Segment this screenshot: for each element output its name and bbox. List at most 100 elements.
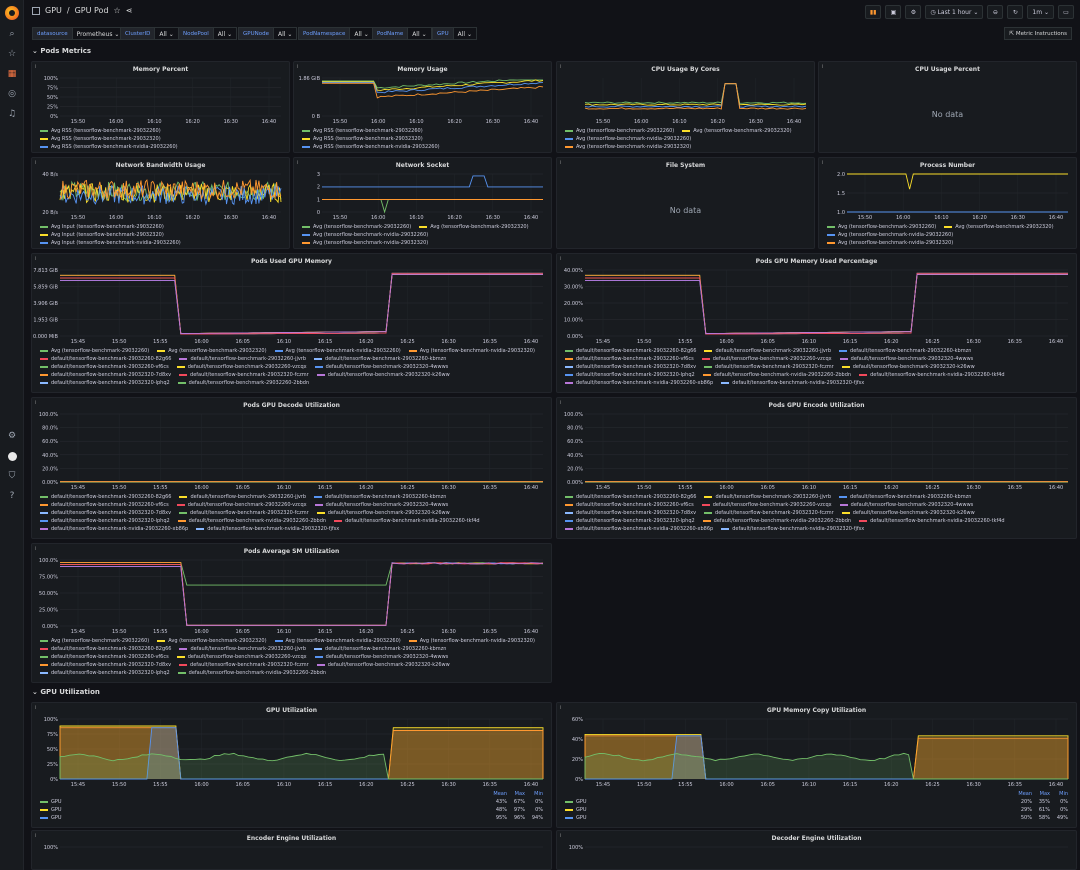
zoom-out-button[interactable]: ⊖ bbox=[987, 5, 1004, 19]
legend-table-row[interactable]: GPU 43% 67% 0% bbox=[40, 798, 543, 806]
alerting-bell-icon[interactable]: ♫ bbox=[4, 106, 20, 122]
legend-item[interactable]: default/tensorflow-benchmark-29032260-jj… bbox=[704, 493, 831, 501]
legend-item[interactable]: default/tensorflow-benchmark-29032260-kb… bbox=[839, 347, 971, 355]
legend-item[interactable]: default/tensorflow-benchmark-29032320-lp… bbox=[40, 669, 170, 677]
legend-item[interactable]: default/tensorflow-benchmark-nvidia-2903… bbox=[721, 379, 864, 387]
legend-item[interactable]: default/tensorflow-benchmark-nvidia-2903… bbox=[565, 525, 713, 533]
legend-item[interactable]: Avg RSS (tensorflow-benchmark-29032260) bbox=[302, 127, 423, 135]
variable-value[interactable]: All ⌄ bbox=[213, 27, 238, 40]
legend-item[interactable]: Avg (tensorflow-benchmark-nvidia-2903226… bbox=[827, 231, 953, 239]
panel-decoder-engine[interactable]: i Decoder Engine Utilization 100% bbox=[556, 830, 1077, 870]
legend-item[interactable]: Avg (tensorflow-benchmark-nvidia-2903226… bbox=[302, 231, 428, 239]
legend-item[interactable]: Avg (tensorflow-benchmark-nvidia-2903232… bbox=[827, 239, 953, 246]
panel-network-bandwidth[interactable]: i Network Bandwidth Usage 40 B/s 20 B/s 15… bbox=[31, 157, 290, 249]
legend-item[interactable]: Avg (tensorflow-benchmark-29032260) bbox=[827, 223, 936, 231]
legend-item[interactable]: Avg (tensorflow-benchmark-29032260) bbox=[40, 347, 149, 355]
star-icon[interactable]: ☆ bbox=[114, 6, 121, 15]
variable-gpu[interactable]: GPU All ⌄ bbox=[432, 27, 477, 40]
legend-item[interactable]: default/tensorflow-benchmark-29032320-k2… bbox=[316, 371, 450, 379]
legend-item[interactable]: Avg Input (tensorflow-benchmark-29032320… bbox=[40, 231, 164, 239]
row-pods-metrics[interactable]: ⌄ Pods Metrics bbox=[32, 47, 91, 55]
panel-title[interactable]: CPU Usage Percent bbox=[819, 66, 1076, 73]
legend-item[interactable]: Avg (tensorflow-benchmark-29032320) bbox=[944, 223, 1054, 231]
legend-item[interactable]: Avg (tensorflow-benchmark-nvidia-2903232… bbox=[565, 143, 691, 150]
legend-item[interactable]: default/tensorflow-benchmark-29032320-7d… bbox=[40, 661, 171, 669]
legend-item[interactable]: default/tensorflow-benchmark-nvidia-2903… bbox=[196, 525, 339, 533]
variable-value[interactable]: All ⌄ bbox=[273, 27, 298, 40]
variable-value[interactable]: Prometheus ⌄ bbox=[72, 27, 125, 40]
legend-item[interactable]: default/tensorflow-benchmark-29032320-fc… bbox=[179, 371, 309, 379]
legend-item[interactable]: Avg RSS (tensorflow-benchmark-nvidia-290… bbox=[302, 143, 440, 150]
save-button[interactable]: ▣ bbox=[885, 5, 902, 19]
legend-item[interactable]: Avg RSS (tensorflow-benchmark-29032320) bbox=[302, 135, 423, 143]
legend-item[interactable]: default/tensorflow-benchmark-29032260-vf… bbox=[40, 501, 169, 509]
variable-value[interactable]: All ⌄ bbox=[350, 27, 374, 40]
legend-item[interactable]: Avg (tensorflow-benchmark-nvidia-2903226… bbox=[274, 637, 401, 645]
breadcrumb-dashboard[interactable]: GPU Pod bbox=[75, 6, 109, 15]
legend-item[interactable]: Avg (tensorflow-benchmark-nvidia-2903232… bbox=[302, 239, 428, 246]
legend-item[interactable]: default/tensorflow-benchmark-29032320-7d… bbox=[40, 371, 171, 379]
panel-gpu-utilization[interactable]: i GPU Utilization 100% 75% 50% 25% 0% 15:45 15… bbox=[31, 702, 552, 828]
help-icon[interactable]: ? bbox=[4, 488, 20, 504]
gear-icon[interactable]: ⚙ bbox=[4, 428, 20, 444]
legend-item[interactable]: default/tensorflow-benchmark-29032320-4w… bbox=[314, 653, 448, 661]
legend-table-row[interactable]: GPU 50% 58% 49% bbox=[565, 814, 1068, 822]
avatar[interactable] bbox=[4, 448, 20, 464]
legend-item[interactable]: default/tensorflow-benchmark-29032320-fc… bbox=[179, 661, 309, 669]
legend-item[interactable]: default/tensorflow-benchmark-29032320-k2… bbox=[841, 509, 975, 517]
legend-item[interactable]: default/tensorflow-benchmark-29032260-vf… bbox=[40, 653, 169, 661]
metric-instructions-link[interactable]: ⇱ Metric Instructions bbox=[1004, 27, 1072, 40]
legend-item[interactable]: default/tensorflow-benchmark-29032260-vz… bbox=[176, 653, 307, 661]
legend-item[interactable]: Avg (tensorflow-benchmark-29032320) bbox=[682, 127, 792, 135]
legend-item[interactable]: default/tensorflow-benchmark-29032320-k2… bbox=[316, 509, 450, 517]
legend-item[interactable]: Avg (tensorflow-benchmark-nvidia-2903232… bbox=[408, 637, 535, 645]
legend-item[interactable]: default/tensorflow-benchmark-29032260-vz… bbox=[176, 501, 307, 509]
panel-encoder-engine[interactable]: i Encoder Engine Utilization 100% bbox=[31, 830, 552, 870]
tv-mode-button[interactable]: ▭ bbox=[1058, 5, 1074, 19]
legend-item[interactable]: default/tensorflow-benchmark-29032260-jj… bbox=[179, 355, 306, 363]
legend-item[interactable]: Avg (tensorflow-benchmark-29032260) bbox=[565, 127, 674, 135]
legend-item[interactable]: default/tensorflow-benchmark-29032320-7d… bbox=[565, 509, 696, 517]
legend-item[interactable]: default/tensorflow-benchmark-29032320-k2… bbox=[841, 363, 975, 371]
legend-table-column-header[interactable]: Max bbox=[507, 791, 525, 797]
variable-podname[interactable]: PodName All ⌄ bbox=[372, 27, 432, 40]
variable-value[interactable]: All ⌄ bbox=[408, 27, 432, 40]
legend-item[interactable]: default/tensorflow-benchmark-29032260-82… bbox=[40, 493, 171, 501]
legend-item[interactable]: default/tensorflow-benchmark-nvidia-2903… bbox=[702, 371, 851, 379]
legend-item[interactable]: default/tensorflow-benchmark-nvidia-2903… bbox=[859, 371, 1005, 379]
dashboards-icon[interactable]: ▦ bbox=[4, 66, 20, 82]
legend-item[interactable]: default/tensorflow-benchmark-nvidia-2903… bbox=[334, 517, 480, 525]
panel-pods-gpu-memory-pct[interactable]: i Pods GPU Memory Used Percentage 40.00%… bbox=[556, 253, 1077, 393]
panel-cpu-percent[interactable]: i CPU Usage Percent No data bbox=[818, 61, 1077, 153]
legend-item[interactable]: default/tensorflow-benchmark-29032260-vf… bbox=[565, 501, 694, 509]
legend-item[interactable]: default/tensorflow-benchmark-29032260-82… bbox=[40, 645, 171, 653]
legend-table-column-header[interactable]: Mean bbox=[489, 791, 507, 797]
legend-item[interactable]: default/tensorflow-benchmark-29032260-vz… bbox=[701, 501, 832, 509]
panel-gpu-memory-copy[interactable]: i GPU Memory Copy Utilization 60% 40% 20% 0… bbox=[556, 702, 1077, 828]
legend-item[interactable]: default/tensorflow-benchmark-29032320-lp… bbox=[40, 379, 170, 387]
legend-item[interactable]: default/tensorflow-benchmark-29032320-k2… bbox=[316, 661, 450, 669]
legend-table-column-header[interactable]: Max bbox=[1032, 791, 1050, 797]
breadcrumb-section[interactable]: GPU bbox=[45, 6, 62, 15]
panel-memory-percent[interactable]: i Memory Percent 100% 75% 50% 25% 0% 15:50 16:… bbox=[31, 61, 290, 153]
legend-item[interactable]: default/tensorflow-benchmark-29032260-82… bbox=[565, 347, 696, 355]
legend-item[interactable]: Avg (tensorflow-benchmark-29032320) bbox=[419, 223, 529, 231]
legend-item[interactable]: default/tensorflow-benchmark-nvidia-2903… bbox=[177, 517, 326, 525]
variable-clusterid[interactable]: ClusterID All ⌄ bbox=[120, 27, 179, 40]
legend-item[interactable]: Avg (tensorflow-benchmark-29032260) bbox=[40, 637, 149, 645]
legend-item[interactable]: default/tensorflow-benchmark-29032320-lp… bbox=[565, 371, 695, 379]
legend-item[interactable]: default/tensorflow-benchmark-29032260-vz… bbox=[701, 355, 832, 363]
legend-table-row[interactable]: GPU 29% 61% 0% bbox=[565, 806, 1068, 814]
variable-podnamespace[interactable]: PodNamespace All ⌄ bbox=[298, 27, 374, 40]
variable-datasource[interactable]: datasource Prometheus ⌄ bbox=[32, 27, 125, 40]
panel-memory-usage[interactable]: i Memory Usage 1.86 GiB 0 B 15:50 16:00 16:1… bbox=[293, 61, 552, 153]
panel-file-system[interactable]: i File System No data bbox=[556, 157, 815, 249]
panel-gpu-decode[interactable]: i Pods GPU Decode Utilization 100.0% 80.0… bbox=[31, 397, 552, 539]
legend-item[interactable]: default/tensorflow-benchmark-29032260-kb… bbox=[314, 645, 446, 653]
variable-nodepool[interactable]: NodePool All ⌄ bbox=[178, 27, 238, 40]
row-gpu-utilization[interactable]: ⌄ GPU Utilization bbox=[32, 688, 100, 696]
share-icon[interactable]: ⋖ bbox=[126, 6, 133, 15]
legend-item[interactable]: default/tensorflow-benchmark-29032260-82… bbox=[565, 493, 696, 501]
legend-item[interactable]: default/tensorflow-benchmark-nvidia-2903… bbox=[565, 379, 713, 387]
legend-item[interactable]: default/tensorflow-benchmark-29032260-kb… bbox=[314, 355, 446, 363]
